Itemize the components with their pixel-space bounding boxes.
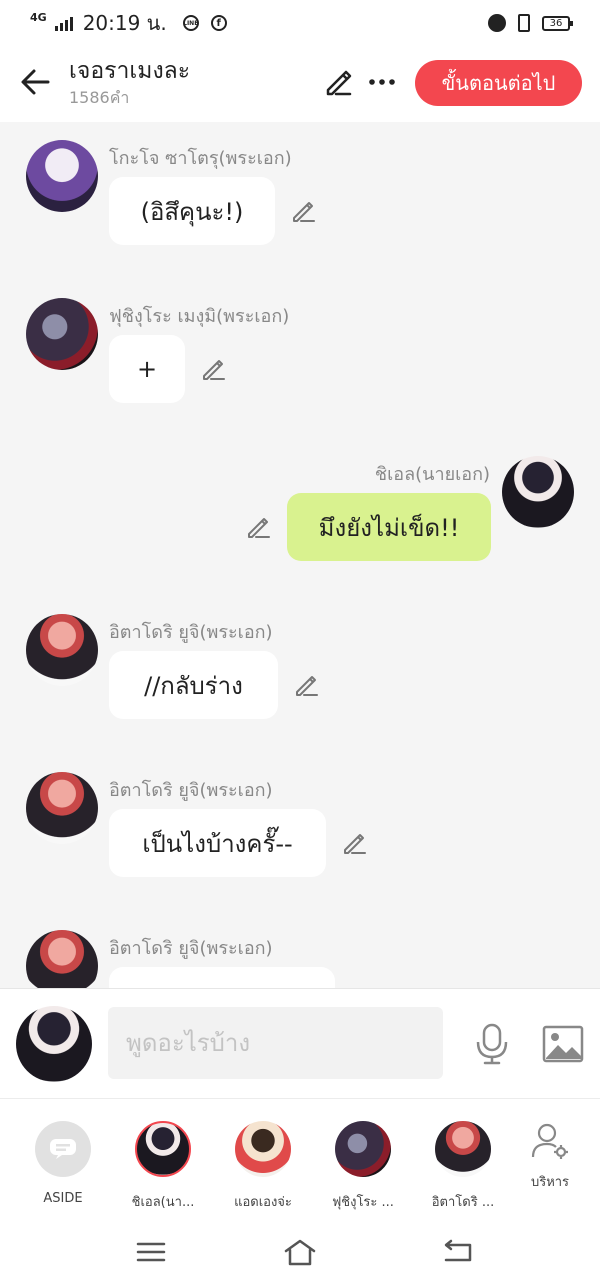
status-left: 4G 20:19 น. LINE f	[30, 7, 227, 39]
sender-name: ฟุชิงุโระ เมงุมิ(พระเอก)	[109, 306, 290, 327]
sender-name: อิตาโดริ ยูจิ(พระเอก)	[109, 938, 273, 959]
chat-message: อิตาโดริ ยูจิ(พระเอก)	[0, 925, 600, 988]
next-step-button[interactable]: ขั้นตอนต่อไป	[415, 60, 582, 106]
sender-name: โกะโจ ซาโตรุ(พระเอก)	[109, 148, 292, 169]
app-header: เจอราเมงละ 1586คำ ขั้นตอนต่อไป	[0, 46, 600, 122]
chat-message-mine: ชิเอล(นายเอก) มึงยังไม่เข็ด!!	[0, 451, 600, 591]
sender-name: ชิเอล(นายเอก)	[374, 464, 490, 485]
character-avatar	[435, 1121, 491, 1177]
manage-characters-button[interactable]: บริหาร	[518, 1121, 582, 1192]
avatar-gojo[interactable]	[26, 140, 98, 212]
message-bubble[interactable]: +	[109, 335, 185, 403]
avatar-ciel[interactable]	[502, 456, 574, 528]
avatar-itadori[interactable]	[26, 614, 98, 686]
message-input[interactable]	[108, 1007, 443, 1079]
chat-message: อิตาโดริ ยูจิ(พระเอก) //กลับร่าง	[0, 609, 600, 749]
character-label: ฟุชิงุโระ ...	[332, 1195, 394, 1210]
avatar-itadori[interactable]	[26, 772, 98, 844]
avatar-fushiguro[interactable]	[26, 298, 98, 370]
more-options-icon[interactable]	[366, 66, 398, 98]
chat-message: โกะโจ ซาโตรุ(พระเอก) (อิสึคุนะ!)	[0, 135, 600, 275]
sender-name: อิตาโดริ ยูจิ(พระเอก)	[109, 622, 273, 643]
character-label: อิตาโดริ ...	[431, 1195, 495, 1210]
title-block: เจอราเมงละ 1586คำ	[69, 56, 190, 110]
character-fushiguro[interactable]: ฟุชิงุโระ ...	[313, 1121, 413, 1212]
edit-message-icon[interactable]	[292, 671, 320, 699]
user-settings-icon	[531, 1123, 568, 1159]
status-time: 20:19 น.	[82, 11, 167, 35]
aside-icon	[35, 1121, 91, 1177]
character-itadori[interactable]: อิตาโดริ ...	[413, 1121, 513, 1212]
message-bubble[interactable]: มึงยังไม่เข็ด!!	[287, 493, 491, 561]
vibrate-icon	[518, 14, 530, 32]
character-avatar	[135, 1121, 191, 1177]
message-bubble[interactable]: //กลับร่าง	[109, 651, 278, 719]
chat-area[interactable]: โกะโจ ซาโตรุ(พระเอก) (อิสึคุนะ!) ฟุชิงุโ…	[0, 122, 600, 988]
character-aside[interactable]: ASIDE	[13, 1121, 113, 1206]
back-icon[interactable]	[440, 1237, 474, 1267]
chat-message: ฟุชิงุโระ เมงุมิ(พระเอก) +	[0, 293, 600, 433]
edit-message-icon[interactable]	[289, 197, 317, 225]
edit-message-icon[interactable]	[244, 513, 272, 541]
character-ciel[interactable]: ชิเอล(นา...	[113, 1121, 213, 1212]
edit-message-icon[interactable]	[199, 355, 227, 383]
character-label: แอดเองจ่ะ	[234, 1195, 292, 1210]
character-label: ชิเอล(นา...	[131, 1195, 195, 1210]
microphone-icon[interactable]	[472, 1022, 512, 1066]
line-icon: LINE	[182, 15, 199, 31]
word-count: 1586คำ	[69, 88, 130, 107]
network-type: 4G	[30, 10, 47, 24]
character-avatar	[235, 1121, 291, 1177]
chat-message: อิตาโดริ ยูจิ(พระเอก) เป็นไงบ้างครั๊--	[0, 767, 600, 907]
composer	[0, 988, 600, 1098]
avatar-itadori[interactable]	[26, 930, 98, 988]
battery-level: 36	[549, 17, 563, 29]
message-bubble[interactable]: เป็นไงบ้างครั๊--	[109, 809, 326, 877]
character-avatar	[335, 1121, 391, 1177]
menu-icon[interactable]	[134, 1237, 168, 1267]
manage-label: บริหาร	[530, 1175, 570, 1190]
character-bar: ASIDE ชิเอล(นา... แอดเองจ่ะ ฟุชิงุโระ ..…	[0, 1098, 600, 1220]
message-bubble[interactable]	[109, 967, 335, 988]
status-right: 36	[488, 14, 573, 32]
system-nav-bar	[0, 1220, 600, 1287]
current-speaker-avatar[interactable]	[16, 1006, 92, 1082]
edit-pencil-icon[interactable]	[322, 66, 354, 98]
facebook-icon: f	[210, 15, 227, 31]
character-label: ASIDE	[43, 1191, 83, 1206]
image-icon[interactable]	[542, 1025, 584, 1063]
alarm-icon	[488, 14, 506, 32]
sender-name: อิตาโดริ ยูจิ(พระเอก)	[109, 780, 273, 801]
battery-icon: 36	[542, 15, 573, 31]
home-icon[interactable]	[283, 1237, 317, 1267]
edit-message-icon[interactable]	[340, 829, 368, 857]
back-arrow-icon[interactable]	[18, 64, 54, 100]
character-admin[interactable]: แอดเองจ่ะ	[213, 1121, 313, 1212]
signal-icon	[54, 15, 73, 31]
message-bubble[interactable]: (อิสึคุนะ!)	[109, 177, 275, 245]
story-title: เจอราเมงละ	[69, 58, 191, 84]
status-bar: 4G 20:19 น. LINE f 36	[0, 0, 600, 46]
